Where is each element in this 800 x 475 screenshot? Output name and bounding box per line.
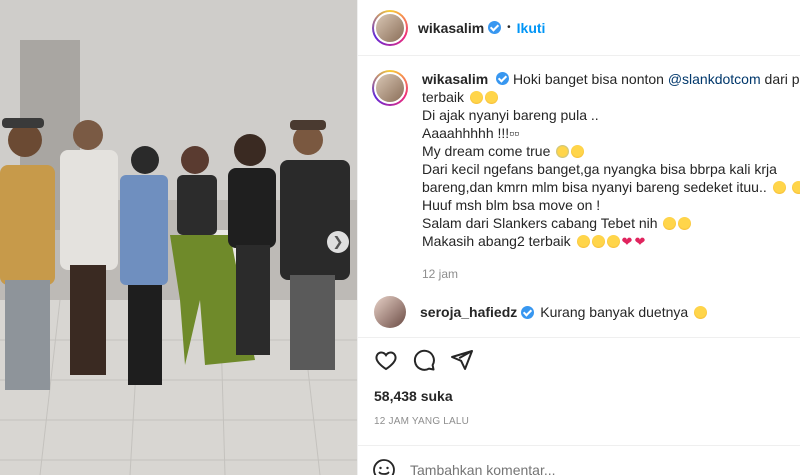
caption-text: terbaik <box>422 89 465 105</box>
star-eyes-emoji-icon <box>694 305 708 319</box>
action-bar <box>358 337 800 372</box>
verified-badge-icon <box>496 72 510 85</box>
author-username[interactable]: wikasalim <box>418 20 484 36</box>
red-heart-emoji-icon: ❤ <box>621 234 633 249</box>
post-photo[interactable]: ❯ <box>0 0 357 475</box>
caption-text: Di ajak nyanyi bareng pula .. <box>422 107 599 123</box>
separator-dot: • <box>507 22 511 33</box>
star-eyes-emoji-icon <box>469 91 483 104</box>
mention-link[interactable]: @slankdotcom <box>668 71 761 87</box>
commenter-username[interactable]: seroja_hafiedz <box>420 304 517 320</box>
smile-emoji-icon <box>591 235 605 248</box>
caption-text: Hoki banget bisa nonton <box>512 71 668 87</box>
smile-emoji-icon <box>576 235 590 248</box>
victory-hand-emoji-icon <box>678 217 692 230</box>
comment-row: seroja_hafiedz Kurang banyak duetnya <box>358 283 800 328</box>
caption-text: Makasih abang2 terbaik <box>422 233 571 249</box>
add-comment-input[interactable] <box>410 462 710 475</box>
post-timestamp: 12 JAM YANG LALU <box>374 416 470 427</box>
post-caption: wikasalim Hoki banget bisa nonton @slank… <box>358 56 800 283</box>
instagram-post: ❯ wikasalim • Ikuti wikasalim Hoki bange… <box>0 0 800 475</box>
verified-badge-icon <box>488 21 502 34</box>
commenter-avatar[interactable] <box>374 296 406 328</box>
caption-time: 12 jam <box>422 267 459 281</box>
like-count[interactable]: 58,438 suka <box>374 388 453 404</box>
red-heart-emoji-icon: ❤ <box>634 234 646 249</box>
star-eyes-emoji-icon <box>484 91 498 104</box>
star-eyes-emoji-icon <box>571 145 585 158</box>
share-icon[interactable] <box>450 348 474 372</box>
grimace-emoji-icon <box>772 181 786 194</box>
heart-icon[interactable] <box>374 348 398 372</box>
tongue-emoji-icon <box>791 181 800 194</box>
caption-text: My dream come true <box>422 143 551 159</box>
chevron-right-icon: ❯ <box>332 234 344 249</box>
hearts-face-emoji-icon <box>606 235 620 248</box>
caption-text: Dari kecil ngefans banget,ga nyangka bis… <box>422 161 777 177</box>
caption-username[interactable]: wikasalim <box>422 71 488 87</box>
add-comment-bar <box>358 445 800 475</box>
caption-avatar[interactable] <box>372 70 408 106</box>
crying-emoji-icon <box>556 145 570 158</box>
author-avatar[interactable] <box>372 9 408 46</box>
emoji-picker-icon[interactable] <box>372 458 396 475</box>
band-photo-image <box>0 0 357 475</box>
follow-button[interactable]: Ikuti <box>517 20 546 36</box>
comment-text: Kurang banyak duetnya <box>540 304 689 320</box>
comment-icon[interactable] <box>412 348 436 372</box>
post-panel: wikasalim • Ikuti wikasalim Hoki banget … <box>357 0 800 475</box>
caption-text: bareng,dan kmrn mlm bisa nyanyi bareng s… <box>422 179 767 195</box>
caption-text: Aaaahhhhh !!!▫▫ <box>422 125 520 141</box>
next-photo-button[interactable]: ❯ <box>327 231 349 253</box>
caption-text: Salam dari Slankers cabang Tebet nih <box>422 215 658 231</box>
post-header: wikasalim • Ikuti <box>358 0 800 56</box>
grin-emoji-icon <box>663 217 677 230</box>
caption-text: Huuf msh blm bsa move on ! <box>422 197 601 213</box>
caption-body: wikasalim Hoki banget bisa nonton @slank… <box>422 70 800 283</box>
verified-badge-icon <box>521 305 535 319</box>
caption-text: dari pos <box>764 71 800 87</box>
